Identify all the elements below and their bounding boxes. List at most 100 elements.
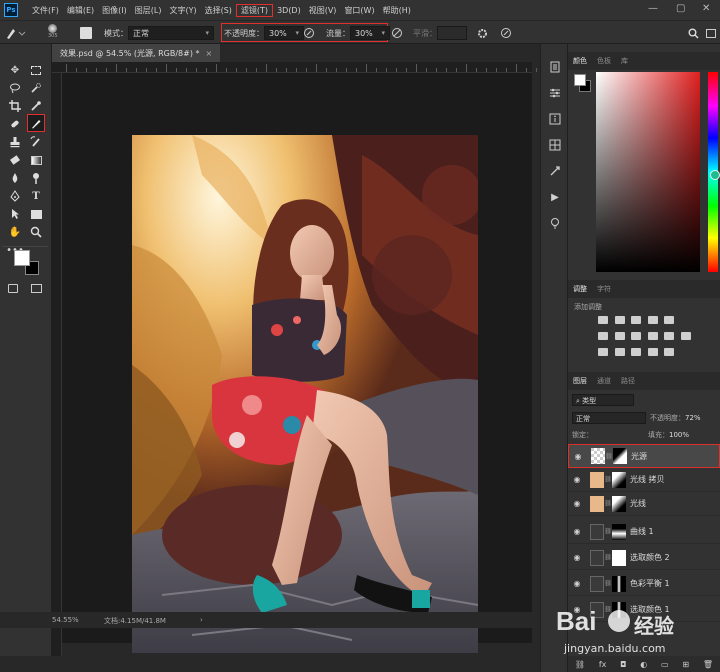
- selective-color-icon[interactable]: [664, 348, 675, 356]
- brush-tool-preset-icon[interactable]: [4, 25, 26, 41]
- layer-row[interactable]: ◉ ⛓ 光线: [568, 492, 720, 516]
- color-picker-field[interactable]: [596, 72, 700, 272]
- tab-libraries[interactable]: 库: [616, 56, 633, 66]
- eraser-tool-icon[interactable]: [6, 152, 24, 168]
- black-white-icon[interactable]: [631, 332, 642, 340]
- menu-help[interactable]: 帮助(H): [379, 5, 415, 16]
- menu-layer[interactable]: 图层(L): [131, 5, 166, 16]
- workspace-icon[interactable]: [706, 25, 716, 41]
- lasso-tool-icon[interactable]: [6, 80, 24, 96]
- gradient-tool-icon[interactable]: [27, 152, 45, 168]
- pressure-opacity-icon[interactable]: [303, 25, 315, 41]
- maximize-icon[interactable]: ▢: [676, 3, 685, 14]
- history-brush-tool-icon[interactable]: [27, 134, 45, 150]
- marquee-tool-icon[interactable]: [27, 62, 45, 78]
- crop-tool-icon[interactable]: [6, 98, 24, 114]
- gradient-map-icon[interactable]: [647, 348, 658, 356]
- channel-mixer-icon[interactable]: [664, 332, 675, 340]
- swatches-panel-icon[interactable]: [548, 138, 562, 152]
- hue-saturation-icon[interactable]: [598, 332, 608, 340]
- brush-panel-toggle-icon[interactable]: [80, 25, 92, 41]
- airbrush-icon[interactable]: [391, 25, 403, 41]
- eye-icon[interactable]: ◉: [569, 452, 587, 461]
- play-actions-icon[interactable]: ▶: [548, 190, 562, 204]
- history-panel-icon[interactable]: [548, 60, 562, 74]
- tool-presets-icon[interactable]: [548, 164, 562, 178]
- healing-brush-tool-icon[interactable]: [6, 116, 24, 132]
- tab-channels[interactable]: 通道: [592, 376, 616, 386]
- eye-icon[interactable]: ◉: [568, 527, 586, 536]
- quick-mask-icon[interactable]: [4, 280, 22, 296]
- tab-layers[interactable]: 图层: [568, 376, 592, 386]
- brightness-icon[interactable]: [598, 316, 608, 324]
- pen-tool-icon[interactable]: [6, 188, 24, 204]
- exposure-icon[interactable]: [647, 316, 658, 324]
- gear-icon[interactable]: [477, 25, 488, 41]
- move-tool-icon[interactable]: ✥: [6, 62, 24, 78]
- brush-picker[interactable]: 305: [48, 24, 58, 40]
- search-icon[interactable]: [688, 25, 699, 41]
- foreground-color-chip[interactable]: [574, 74, 586, 86]
- menu-window[interactable]: 窗口(W): [340, 5, 378, 16]
- eyedropper-tool-icon[interactable]: [27, 98, 45, 114]
- layer-row[interactable]: ◉ ⛓ 色彩平衡 1: [568, 572, 720, 596]
- invert-icon[interactable]: [598, 348, 608, 356]
- layer-fill[interactable]: 填充：100%: [648, 430, 689, 440]
- zoom-level[interactable]: 54.55%: [52, 616, 79, 624]
- color-balance-icon[interactable]: [614, 332, 625, 340]
- properties-panel-icon[interactable]: [548, 86, 562, 100]
- menu-select[interactable]: 选择(S): [201, 5, 236, 16]
- menu-type[interactable]: 文字(Y): [165, 5, 200, 16]
- menu-view[interactable]: 视图(V): [305, 5, 341, 16]
- layer-row-selected[interactable]: ◉ ⛓ 光源: [568, 444, 720, 468]
- flow-field[interactable]: 30% ▾: [350, 26, 390, 40]
- screen-mode-icon[interactable]: [27, 280, 45, 296]
- posterize-icon[interactable]: [614, 348, 625, 356]
- threshold-icon[interactable]: [631, 348, 642, 356]
- layer-row[interactable]: ◉ ⛓ 光线 拷贝: [568, 468, 720, 492]
- menu-edit[interactable]: 编辑(E): [63, 5, 98, 16]
- quick-select-tool-icon[interactable]: [27, 80, 45, 96]
- vibrance-icon[interactable]: [664, 316, 675, 324]
- lightbulb-icon[interactable]: [548, 216, 562, 230]
- tab-color[interactable]: 颜色: [568, 56, 592, 66]
- menu-file[interactable]: 文件(F): [28, 5, 63, 16]
- eye-icon[interactable]: ◉: [568, 475, 586, 484]
- type-tool-icon[interactable]: T: [27, 188, 45, 204]
- brush-tool-icon[interactable]: [27, 114, 45, 132]
- eye-icon[interactable]: ◉: [568, 499, 586, 508]
- color-marker[interactable]: [710, 170, 720, 180]
- layer-row[interactable]: ◉ ⛓ 选取颜色 2: [568, 546, 720, 570]
- menu-filter[interactable]: 滤镜(T): [235, 3, 274, 17]
- tab-adjustments[interactable]: 调整: [568, 284, 592, 294]
- zoom-tool-icon[interactable]: [27, 224, 45, 240]
- clone-stamp-tool-icon[interactable]: [6, 134, 24, 150]
- layer-row[interactable]: ◉ ⛓ 曲线 1: [568, 520, 720, 544]
- eye-icon[interactable]: ◉: [568, 579, 586, 588]
- trash-icon[interactable]: 🗑: [703, 660, 713, 669]
- tab-swatches[interactable]: 色板: [592, 56, 616, 66]
- opacity-field[interactable]: 30% ▾: [264, 26, 304, 40]
- levels-icon[interactable]: [614, 316, 625, 324]
- info-panel-icon[interactable]: [548, 112, 562, 126]
- hand-tool-icon[interactable]: ✋: [6, 224, 24, 240]
- blur-tool-icon[interactable]: [6, 170, 24, 186]
- rectangle-tool-icon[interactable]: [27, 206, 45, 222]
- document-info[interactable]: 文档:4.15M/41.8M: [104, 616, 166, 626]
- color-lookup-icon[interactable]: [680, 332, 691, 340]
- path-select-tool-icon[interactable]: [6, 206, 24, 222]
- mode-select[interactable]: 正常 ▾: [128, 26, 214, 40]
- document-tab[interactable]: 效果.psd @ 54.5% (光源, RGB/8#) * ×: [52, 44, 221, 62]
- smoothing-field[interactable]: [437, 26, 467, 40]
- pressure-size-icon[interactable]: [500, 25, 512, 41]
- photo-filter-icon[interactable]: [647, 332, 658, 340]
- canvas-image[interactable]: [132, 135, 478, 653]
- close-icon[interactable]: ✕: [702, 3, 710, 14]
- tab-paths[interactable]: 路径: [616, 376, 640, 386]
- layer-kind-filter[interactable]: ⌕ 类型: [572, 394, 634, 406]
- layer-opacity[interactable]: 不透明度：72%: [650, 413, 701, 423]
- dodge-tool-icon[interactable]: [27, 170, 45, 186]
- eye-icon[interactable]: ◉: [568, 553, 586, 562]
- status-menu-icon[interactable]: ›: [200, 616, 203, 624]
- menu-3d[interactable]: 3D(D): [273, 6, 305, 15]
